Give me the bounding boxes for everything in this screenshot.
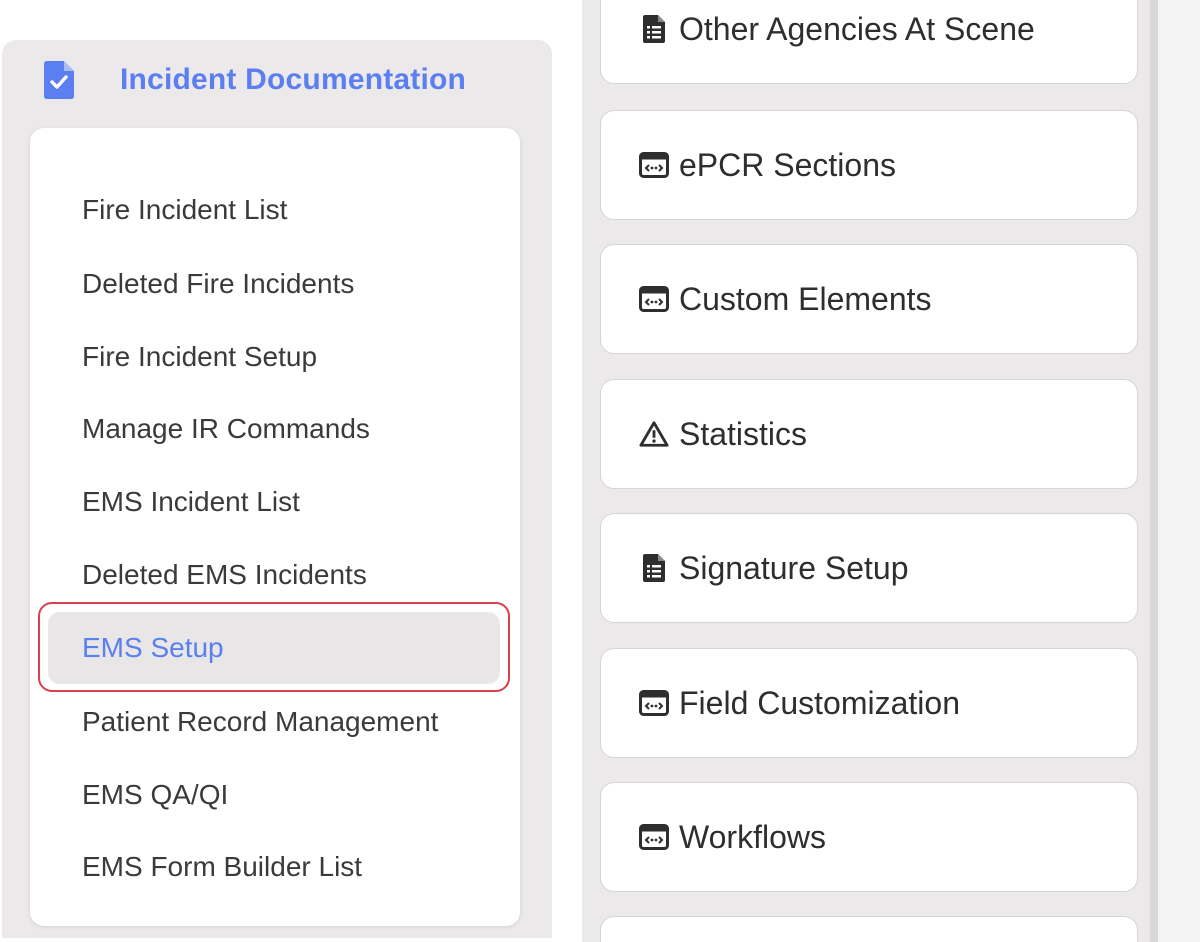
window-code-icon [639,822,669,852]
card-label: ePCR Sections [679,146,896,183]
submenu-item-deleted-fire-incidents[interactable]: Deleted Fire Incidents [44,248,506,320]
card-field-customization[interactable]: Field Customization [600,648,1138,758]
scrollbar-track[interactable] [1150,0,1158,942]
card-custom-elements[interactable]: Custom Elements [600,244,1138,354]
submenu-item-ems-qa-qi[interactable]: EMS QA/QI [44,759,506,831]
card-other-agencies-at-scene[interactable]: Other Agencies At Scene [600,0,1138,84]
menu-title: Incident Documentation [120,63,467,96]
card-label: Statistics [679,415,808,452]
page-gutter [1158,0,1200,942]
window-code-icon [639,284,669,314]
warning-triangle-icon [639,419,669,449]
menu-header[interactable]: Incident Documentation [42,58,466,102]
submenu-item-deleted-ems-incidents[interactable]: Deleted EMS Incidents [44,539,506,611]
submenu-item-fire-incident-setup[interactable]: Fire Incident Setup [44,321,506,393]
card-workflows[interactable]: Workflows [600,782,1138,892]
submenu-item-manage-ir-commands[interactable]: Manage IR Commands [44,393,506,465]
card-next-partial[interactable] [600,916,1138,942]
incident-documentation-panel: Incident Documentation Fire Incident Lis… [2,40,552,938]
submenu-item-patient-record-management[interactable]: Patient Record Management [44,686,506,758]
submenu-item-fire-incident-list[interactable]: Fire Incident List [44,174,506,246]
window-code-icon [639,150,669,180]
card-label: Custom Elements [679,280,932,317]
card-label: Workflows [679,818,826,855]
card-signature-setup[interactable]: Signature Setup [600,513,1138,623]
window-code-icon [639,688,669,718]
card-label: Other Agencies At Scene [679,10,1035,47]
submenu-item-ems-setup[interactable]: EMS Setup [48,612,500,684]
submenu-item-ems-incident-list[interactable]: EMS Incident List [44,466,506,538]
card-epcr-sections[interactable]: ePCR Sections [600,110,1138,220]
submenu-item-ems-form-builder-list[interactable]: EMS Form Builder List [44,831,506,903]
document-list-icon [639,14,669,44]
card-statistics[interactable]: Statistics [600,379,1138,489]
document-check-icon [42,60,76,100]
card-label: Signature Setup [679,549,909,586]
card-label: Field Customization [679,684,960,721]
submenu-list: Fire Incident List Deleted Fire Incident… [30,128,520,926]
document-list-icon [639,553,669,583]
